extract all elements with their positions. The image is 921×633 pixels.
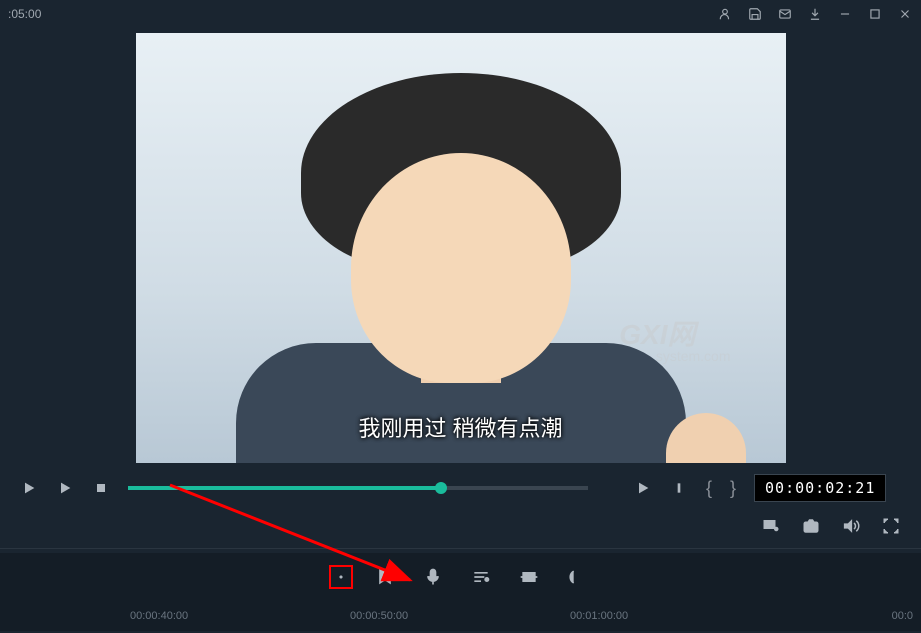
video-content: GXI网 system.com 我刚用过 稍微有点潮 bbox=[136, 33, 786, 463]
mark-out-icon[interactable]: } bbox=[730, 478, 736, 499]
close-icon[interactable] bbox=[897, 6, 913, 22]
audio-tool-icon[interactable] bbox=[469, 565, 493, 589]
header-time: :05:00 bbox=[8, 7, 41, 21]
snapshot-icon[interactable] bbox=[801, 516, 821, 536]
voiceover-tool-icon[interactable] bbox=[421, 565, 445, 589]
minimize-icon[interactable] bbox=[837, 6, 853, 22]
toolbar bbox=[0, 553, 921, 601]
fullscreen-icon[interactable] bbox=[881, 516, 901, 536]
timeline-ruler[interactable]: 00:00:40:00 00:00:50:00 00:01:00:00 00:0 bbox=[0, 601, 921, 631]
marker-tool-icon[interactable] bbox=[373, 565, 397, 589]
ruler-mark: 00:00:40:00 bbox=[130, 610, 188, 622]
video-frame[interactable]: GXI网 system.com 我刚用过 稍微有点潮 bbox=[136, 33, 786, 463]
maximize-icon[interactable] bbox=[867, 6, 883, 22]
secondary-controls bbox=[0, 508, 921, 544]
display-settings-icon[interactable] bbox=[761, 516, 781, 536]
video-subtitle: 我刚用过 稍微有点潮 bbox=[358, 411, 562, 443]
user-icon[interactable] bbox=[717, 6, 733, 22]
titlebar-controls bbox=[717, 6, 913, 22]
crop-tool-icon[interactable] bbox=[517, 565, 541, 589]
ruler-mark: 00:01:00:00 bbox=[570, 610, 628, 622]
save-icon[interactable] bbox=[747, 6, 763, 22]
more-tools-icon[interactable] bbox=[565, 565, 589, 589]
playback-slider[interactable] bbox=[128, 486, 588, 490]
volume-icon[interactable] bbox=[841, 516, 861, 536]
divider bbox=[0, 548, 921, 549]
skip-end-icon[interactable] bbox=[670, 479, 688, 497]
play-start-icon[interactable] bbox=[20, 479, 38, 497]
slider-handle[interactable] bbox=[435, 482, 447, 494]
mark-in-icon[interactable]: { bbox=[706, 478, 712, 499]
ruler-mark: 00:00:50:00 bbox=[350, 610, 408, 622]
watermark-text: system.com bbox=[656, 348, 731, 364]
playback-controls: { } 00:00:02:21 bbox=[0, 468, 921, 508]
titlebar: :05:00 bbox=[0, 0, 921, 28]
play-forward-icon[interactable] bbox=[634, 479, 652, 497]
stop-icon[interactable] bbox=[92, 479, 110, 497]
video-preview: GXI网 system.com 我刚用过 稍微有点潮 bbox=[0, 28, 921, 468]
ruler-mark: 00:0 bbox=[892, 610, 913, 622]
download-icon[interactable] bbox=[807, 6, 823, 22]
speed-tool-icon[interactable] bbox=[329, 565, 353, 589]
mail-icon[interactable] bbox=[777, 6, 793, 22]
watermark-logo: GXI网 bbox=[619, 313, 695, 353]
play-icon[interactable] bbox=[56, 479, 74, 497]
timecode-display[interactable]: 00:00:02:21 bbox=[754, 474, 886, 502]
